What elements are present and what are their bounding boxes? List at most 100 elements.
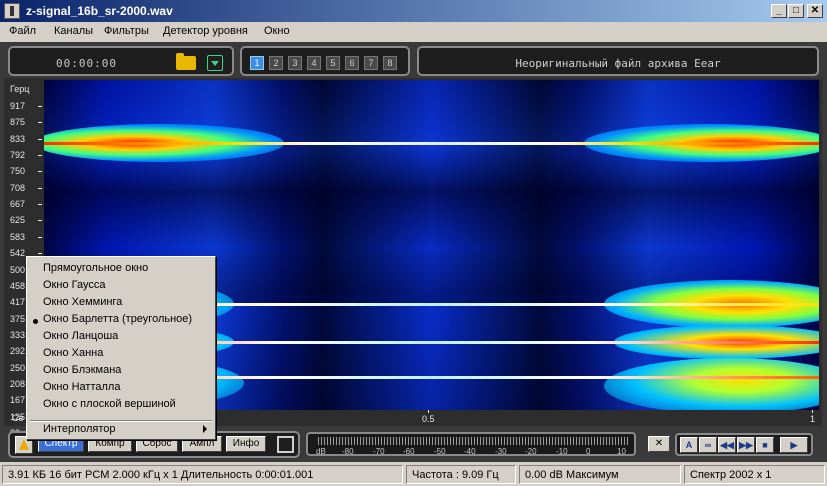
menu-item-rectangular[interactable]: Прямоугольное окно <box>43 262 148 274</box>
window-function-menu: Прямоугольное окно Окно Гаусса Окно Хемм… <box>26 256 216 440</box>
selected-bullet-icon <box>33 319 38 324</box>
folder-icon[interactable] <box>176 53 196 70</box>
y-label: 417 <box>10 297 26 307</box>
channel-button-7[interactable]: 7 <box>364 56 378 70</box>
info-button[interactable]: Инфо <box>226 436 266 452</box>
menu-item-blackman[interactable]: Окно Блэкмана <box>43 364 121 376</box>
menu-item-interpolator[interactable]: Интерполятор <box>43 423 116 435</box>
channel-button-5[interactable]: 5 <box>326 56 340 70</box>
status-level: 0.00 dB Максимум <box>519 465 681 484</box>
channel-button-6[interactable]: 6 <box>345 56 359 70</box>
time-display: 00:00:00 <box>56 57 117 70</box>
menu-item-lanczos[interactable]: Окно Ланцоша <box>43 330 118 342</box>
x-label: 1 <box>810 414 816 424</box>
meter-label: -20 <box>525 447 537 456</box>
menu-bar: Файл Каналы Фильтры Детектор уровня Окно <box>0 22 827 42</box>
meter-label: -30 <box>495 447 507 456</box>
status-bar: 3.91 КБ 16 бит PCM 2.000 кГц x 1 Длитель… <box>0 463 827 486</box>
y-label: 208 <box>10 379 26 389</box>
channel-button-8[interactable]: 8 <box>383 56 397 70</box>
meter-label: 0 <box>586 447 591 456</box>
y-label: 292 <box>10 346 26 356</box>
y-tick <box>38 122 42 123</box>
x-label: 0.5 <box>422 414 435 424</box>
meter-label: 10 <box>617 447 626 456</box>
y-label: 333 <box>10 330 26 340</box>
y-tick <box>38 204 42 205</box>
a-button[interactable]: A <box>680 437 698 453</box>
menu-item-flat-top[interactable]: Окно с плоской вершиной <box>43 398 176 410</box>
loop-button[interactable]: ∞ <box>699 437 717 453</box>
title-bar: z-signal_16b_sr-2000.wav _ □ ✕ <box>0 0 827 22</box>
y-label: 500 <box>10 265 26 275</box>
y-tick <box>38 220 42 221</box>
minimize-button[interactable]: _ <box>771 4 787 18</box>
channel-button-2[interactable]: 2 <box>269 56 283 70</box>
meter-label: -70 <box>373 447 385 456</box>
y-label: 458 <box>10 281 26 291</box>
menu-level-detector[interactable]: Детектор уровня <box>163 25 248 37</box>
stop-button[interactable]: ■ <box>756 437 774 453</box>
y-label: 875 <box>10 117 26 127</box>
channel-button-1[interactable]: 1 <box>250 56 264 70</box>
y-label: 542 <box>10 248 26 258</box>
x-axis-title: Се <box>12 413 24 423</box>
y-tick <box>38 237 42 238</box>
close-window-button[interactable]: ✕ <box>807 4 823 18</box>
menu-item-hamming[interactable]: Окно Хемминга <box>43 296 122 308</box>
channel-panel: 1 2 3 4 5 6 7 8 <box>240 46 410 76</box>
rewind-button[interactable]: ◀◀ <box>718 437 736 453</box>
menu-filters[interactable]: Фильтры <box>104 25 149 37</box>
y-tick <box>38 155 42 156</box>
menu-item-nuttall[interactable]: Окно Натталла <box>43 381 120 393</box>
app-icon[interactable] <box>4 3 20 19</box>
forward-button[interactable]: ▶▶ <box>737 437 755 453</box>
dropdown-icon[interactable] <box>207 55 223 71</box>
square-button[interactable] <box>277 436 294 453</box>
y-tick <box>38 106 42 107</box>
status-frequency: Частота : 9.09 Гц <box>406 465 516 484</box>
level-meter: dB -80 -70 -60 -50 -40 -30 -20 -10 0 10 <box>306 432 636 456</box>
y-axis-title: Герц <box>10 84 30 94</box>
meter-label: -50 <box>434 447 446 456</box>
play-button[interactable]: ▶ <box>780 437 808 453</box>
meter-label: -10 <box>556 447 568 456</box>
submenu-arrow-icon <box>203 425 207 433</box>
channel-button-3[interactable]: 3 <box>288 56 302 70</box>
y-label: 375 <box>10 314 26 324</box>
meter-label: -40 <box>464 447 476 456</box>
menu-channels[interactable]: Каналы <box>54 25 93 37</box>
info-panel: Неоригинальный файл архива Eear <box>417 46 819 76</box>
y-label: 625 <box>10 215 26 225</box>
meter-label: -80 <box>342 447 354 456</box>
maximize-button[interactable]: □ <box>788 4 804 18</box>
y-label: 792 <box>10 150 26 160</box>
meter-scale <box>318 437 628 445</box>
time-panel: 00:00:00 <box>8 46 234 76</box>
menu-window[interactable]: Окно <box>264 25 290 37</box>
status-spectrum: Спектр 2002 x 1 <box>684 465 825 484</box>
y-tick <box>38 171 42 172</box>
x-tick <box>428 410 429 413</box>
menu-item-gauss[interactable]: Окно Гаусса <box>43 279 105 291</box>
close-icon[interactable]: ✕ <box>648 436 670 452</box>
y-tick <box>38 253 42 254</box>
x-tick <box>812 410 813 413</box>
y-label: 917 <box>10 101 26 111</box>
channel-button-4[interactable]: 4 <box>307 56 321 70</box>
y-label: 167 <box>10 395 26 405</box>
y-tick <box>38 188 42 189</box>
menu-file[interactable]: Файл <box>9 25 36 37</box>
y-label: 833 <box>10 134 26 144</box>
status-file-info: 3.91 КБ 16 бит PCM 2.000 кГц x 1 Длитель… <box>2 465 403 484</box>
y-label: 708 <box>10 183 26 193</box>
file-info-text: Неоригинальный файл архива Eear <box>515 57 721 70</box>
window-title: z-signal_16b_sr-2000.wav <box>26 4 173 18</box>
y-label: 250 <box>10 363 26 373</box>
menu-item-hann[interactable]: Окно Ханна <box>43 347 103 359</box>
y-label: 750 <box>10 166 26 176</box>
meter-label: -60 <box>403 447 415 456</box>
y-label: 667 <box>10 199 26 209</box>
y-tick <box>38 139 42 140</box>
menu-item-bartlett[interactable]: Окно Барлетта (треугольное) <box>43 313 192 325</box>
